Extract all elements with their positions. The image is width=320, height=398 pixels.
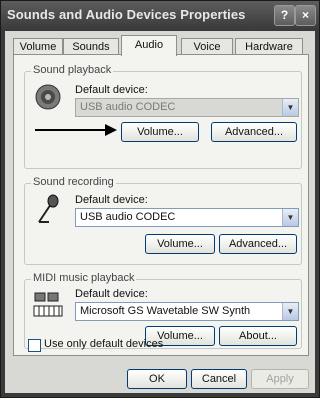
tab-sounds[interactable]: Sounds bbox=[63, 38, 119, 55]
playback-volume-button[interactable]: Volume... bbox=[121, 122, 199, 142]
window-title: Sounds and Audio Devices Properties bbox=[7, 7, 246, 22]
midi-device-select[interactable]: Microsoft GS Wavetable SW Synth ▼ bbox=[75, 302, 299, 321]
pointer-arrow-icon bbox=[35, 124, 117, 139]
properties-window: Sounds and Audio Devices Properties ? × … bbox=[0, 0, 320, 398]
midi-device-value: Microsoft GS Wavetable SW Synth bbox=[80, 305, 251, 317]
tab-voice[interactable]: Voice bbox=[181, 38, 233, 55]
tab-hardware[interactable]: Hardware bbox=[235, 38, 303, 55]
microphone-icon bbox=[35, 194, 61, 227]
playback-advanced-button[interactable]: Advanced... bbox=[211, 122, 297, 142]
midi-playback-label: MIDI music playback bbox=[31, 272, 137, 284]
recording-device-select[interactable]: USB audio CODEC ▼ bbox=[75, 208, 299, 227]
sound-recording-label: Sound recording bbox=[31, 176, 116, 188]
help-button[interactable]: ? bbox=[274, 5, 295, 26]
speaker-icon bbox=[33, 82, 63, 115]
ok-button[interactable]: OK bbox=[127, 369, 187, 389]
tab-volume[interactable]: Volume bbox=[13, 38, 63, 55]
use-default-devices-label: Use only default devices bbox=[44, 338, 164, 350]
dialog-client: Volume Sounds Audio Voice Hardware Sound… bbox=[5, 31, 315, 393]
midi-keyboard-icon bbox=[33, 290, 63, 321]
playback-device-select[interactable]: USB audio CODEC ▼ bbox=[75, 98, 299, 117]
playback-device-value: USB audio CODEC bbox=[80, 101, 176, 113]
sound-recording-group: Sound recording Default device: USB audi… bbox=[24, 176, 302, 265]
recording-device-value: USB audio CODEC bbox=[80, 211, 176, 223]
cancel-button[interactable]: Cancel bbox=[191, 369, 247, 389]
chevron-down-icon: ▼ bbox=[282, 303, 298, 320]
recording-volume-button[interactable]: Volume... bbox=[145, 234, 215, 254]
title-bar[interactable]: Sounds and Audio Devices Properties ? × bbox=[1, 1, 319, 29]
audio-tab-panel: Sound playback Default device: USB audio… bbox=[13, 54, 309, 356]
playback-default-label: Default device: bbox=[75, 84, 148, 96]
apply-button[interactable]: Apply bbox=[251, 369, 309, 389]
recording-default-label: Default device: bbox=[75, 194, 148, 206]
chevron-down-icon: ▼ bbox=[282, 209, 298, 226]
midi-about-button[interactable]: About... bbox=[219, 326, 297, 346]
close-button[interactable]: × bbox=[295, 5, 316, 26]
midi-default-label: Default device: bbox=[75, 288, 148, 300]
sound-playback-label: Sound playback bbox=[31, 64, 114, 76]
tab-audio[interactable]: Audio bbox=[121, 35, 177, 56]
recording-advanced-button[interactable]: Advanced... bbox=[219, 234, 297, 254]
chevron-down-icon: ▼ bbox=[282, 99, 298, 116]
sound-playback-group: Sound playback Default device: USB audio… bbox=[24, 64, 302, 169]
use-default-devices-checkbox[interactable] bbox=[28, 339, 41, 352]
